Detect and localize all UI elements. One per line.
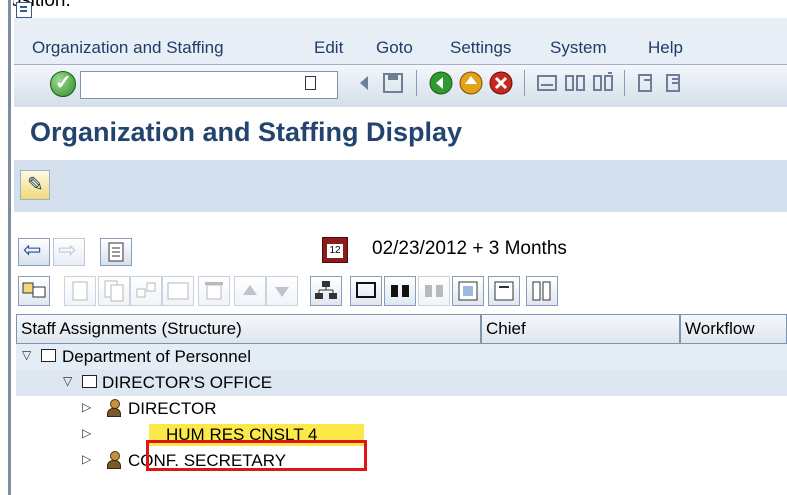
column-header-structure[interactable]: Staff Assignments (Structure) bbox=[16, 314, 481, 344]
collapse-icon bbox=[494, 281, 514, 301]
collapsed-triangle-icon[interactable]: ▷ bbox=[82, 400, 91, 414]
hierarchy-icon bbox=[315, 281, 337, 299]
application-toolbar bbox=[14, 160, 787, 212]
menu-settings[interactable]: Settings bbox=[450, 38, 511, 58]
red-annotation-box bbox=[146, 440, 367, 471]
tree-node-label: DIRECTOR'S OFFICE bbox=[102, 373, 273, 392]
print-icon[interactable] bbox=[534, 70, 560, 96]
command-field[interactable] bbox=[80, 71, 338, 99]
assign-button[interactable] bbox=[162, 276, 194, 306]
tree-node-label: DIRECTOR bbox=[128, 399, 217, 418]
binoculars-next-icon bbox=[425, 285, 443, 297]
position-person-icon bbox=[107, 451, 121, 471]
command-history-icon[interactable] bbox=[305, 76, 316, 90]
structure-select-icon bbox=[22, 282, 46, 298]
menu-goto[interactable]: Goto bbox=[376, 38, 413, 58]
org-unit-icon bbox=[41, 349, 56, 362]
select-objects-button[interactable] bbox=[18, 276, 50, 306]
date-period-text: 02/23/2012 + 3 Months bbox=[372, 238, 567, 259]
copy-icon bbox=[104, 280, 124, 302]
trash-icon bbox=[205, 282, 223, 300]
move-button[interactable] bbox=[130, 276, 162, 306]
delete-button[interactable] bbox=[198, 276, 230, 306]
new-object-button[interactable] bbox=[64, 276, 96, 306]
expand-icon bbox=[458, 281, 478, 301]
move-icon bbox=[136, 282, 156, 298]
calendar-icon[interactable] bbox=[322, 237, 348, 263]
find-next-tree-button[interactable] bbox=[418, 276, 450, 306]
columns-icon bbox=[532, 281, 551, 301]
move-down-button[interactable] bbox=[266, 276, 298, 306]
new-page-icon bbox=[72, 281, 88, 301]
toolbar-separator bbox=[416, 70, 417, 96]
back-icon[interactable] bbox=[352, 70, 378, 96]
column-config-button[interactable] bbox=[526, 276, 558, 306]
toolbar-separator bbox=[624, 70, 625, 96]
menu-help[interactable]: Help bbox=[648, 38, 683, 58]
expanded-triangle-icon[interactable]: ▽ bbox=[22, 348, 31, 362]
left-frame-border bbox=[0, 0, 13, 495]
find-next-icon[interactable] bbox=[590, 70, 616, 96]
first-page-icon[interactable] bbox=[634, 70, 660, 96]
tree-row[interactable]: ▽ Department of Personnel bbox=[16, 344, 787, 370]
tree-row[interactable]: ▽ DIRECTOR'S OFFICE bbox=[16, 370, 787, 396]
find-tree-button[interactable] bbox=[384, 276, 416, 306]
column-header-chief[interactable]: Chief bbox=[481, 314, 680, 344]
exit-icon[interactable] bbox=[458, 70, 484, 96]
org-structure-button[interactable] bbox=[310, 276, 342, 306]
assign-icon bbox=[167, 282, 189, 300]
arrow-right-icon: ⇨ bbox=[58, 237, 77, 262]
save-icon[interactable] bbox=[380, 70, 406, 96]
print-icon bbox=[356, 282, 376, 298]
binoculars-icon bbox=[391, 285, 409, 297]
tree-row[interactable]: ▷ HUM RES CNSLT 4 bbox=[16, 422, 787, 448]
expanded-triangle-icon[interactable]: ▽ bbox=[63, 374, 72, 388]
enter-icon[interactable] bbox=[50, 70, 76, 97]
column-header-workflow[interactable]: Workflow bbox=[680, 314, 787, 344]
toolbar-separator bbox=[524, 70, 525, 96]
list-icon bbox=[108, 242, 124, 262]
display-change-pencil-icon[interactable] bbox=[20, 170, 50, 200]
org-unit-icon bbox=[82, 375, 97, 388]
print-tree-button[interactable] bbox=[350, 276, 382, 306]
menu-edit[interactable]: Edit bbox=[314, 38, 343, 58]
next-button[interactable]: ⇨ bbox=[53, 237, 85, 266]
menu-organization-and-staffing[interactable]: Organization and Staffing bbox=[32, 38, 224, 58]
cancel-icon[interactable] bbox=[488, 70, 514, 96]
tree-node-label: Department of Personnel bbox=[62, 347, 251, 366]
tree-row[interactable]: ▷ DIRECTOR bbox=[16, 396, 787, 422]
overview-button[interactable] bbox=[100, 238, 132, 266]
tree-row[interactable]: ▷ CONF. SECRETARY bbox=[16, 448, 787, 474]
green-back-icon[interactable] bbox=[428, 70, 454, 96]
arrow-left-icon: ⇦ bbox=[23, 237, 42, 262]
collapsed-triangle-icon[interactable]: ▷ bbox=[82, 452, 91, 466]
move-up-button[interactable] bbox=[234, 276, 266, 306]
expand-button[interactable] bbox=[452, 276, 484, 306]
collapse-button[interactable] bbox=[488, 276, 520, 306]
arrow-down-icon bbox=[275, 287, 289, 297]
previous-page-icon[interactable] bbox=[662, 70, 688, 96]
page-title: Organization and Staffing Display bbox=[30, 117, 463, 147]
previous-button[interactable]: ⇦ bbox=[18, 237, 50, 266]
position-person-icon bbox=[107, 399, 121, 419]
collapsed-triangle-icon[interactable]: ▷ bbox=[82, 426, 91, 440]
arrow-up-icon bbox=[243, 285, 257, 295]
menu-system-icon[interactable] bbox=[16, 2, 32, 18]
copy-button[interactable] bbox=[98, 276, 130, 306]
menu-system[interactable]: System bbox=[550, 38, 607, 58]
find-icon[interactable] bbox=[562, 70, 588, 96]
